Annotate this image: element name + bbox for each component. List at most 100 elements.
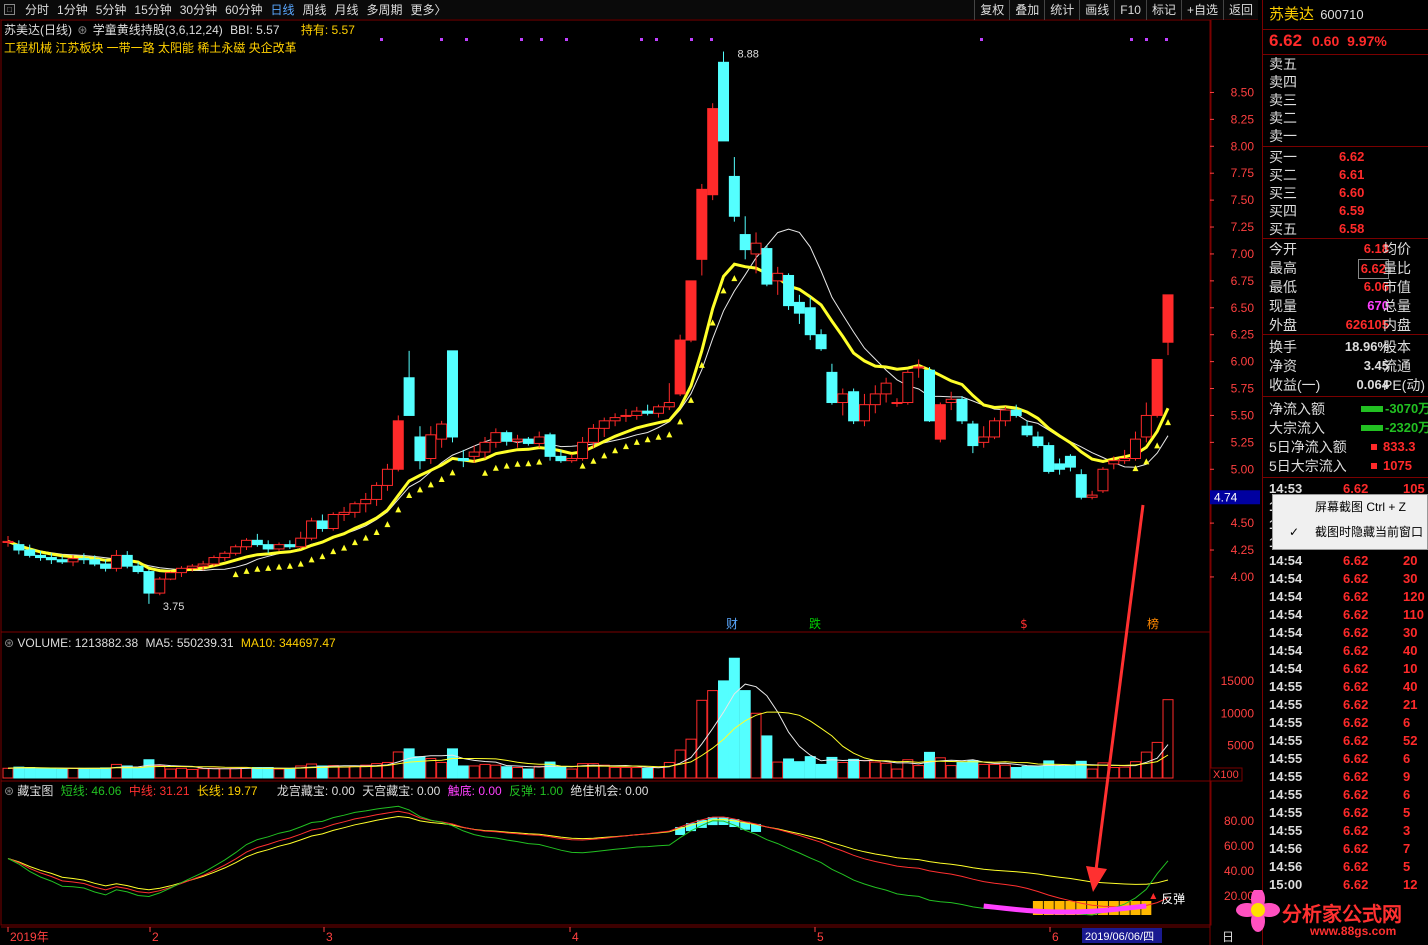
flow-label: 大宗流入 [1269, 420, 1325, 436]
candle-body [468, 451, 480, 457]
period-toolbar: □ 分时 1分钟 5分钟 15分钟 30分钟 60分钟 日线 周线 月线 多周期 更多〉 复权 叠加统… [0, 0, 1258, 20]
tick-time: 14:56 [1269, 859, 1303, 874]
candle-body [501, 432, 513, 442]
buy-signal-marker [1143, 458, 1150, 465]
toolbar-button-7[interactable]: 返回 [1222, 0, 1258, 20]
tab-1[interactable]: 1分钟 [53, 0, 92, 20]
indicator2-toggle-icon[interactable]: ⊛ [4, 784, 14, 798]
candle-body [1129, 438, 1141, 460]
menu-item-screenshot[interactable]: 屏幕截图 Ctrl + Z [1273, 495, 1427, 520]
indicator2-name[interactable]: 藏宝图 [17, 784, 53, 798]
event-marker[interactable]: 跌 [809, 616, 821, 631]
candle-body [251, 539, 263, 546]
volume-bar [273, 768, 285, 779]
stat2-row: 净资 3.45 流通 [1269, 357, 1428, 375]
tab-4[interactable]: 30分钟 [176, 0, 221, 20]
toolbar-button-4[interactable]: F10 [1114, 0, 1146, 20]
candle-body [1097, 468, 1109, 492]
volume-bar [728, 657, 740, 779]
tick-volume: 9 [1403, 769, 1411, 784]
tab-6[interactable]: 日线 [266, 0, 298, 20]
volume-bar [1010, 767, 1022, 779]
kline-chart[interactable]: 8.50 8.25 8.00 7.75 7.50 7.25 7.00 6.75 6.50 6.25… [0, 20, 1262, 945]
event-marker[interactable]: $ [1020, 617, 1028, 631]
short-line [7, 805, 1169, 916]
candle-body [512, 438, 524, 442]
volume-bar [338, 766, 350, 779]
tab-5[interactable]: 60分钟 [221, 0, 266, 20]
toolbar-button-0[interactable]: 复权 [974, 0, 1009, 20]
candle-body [56, 559, 68, 563]
candle-body [154, 578, 166, 594]
candle-body [858, 404, 870, 422]
menu-item-hide-window[interactable]: ✓ 截图时隐藏当前窗口 [1273, 520, 1427, 545]
tab-7[interactable]: 周线 [298, 0, 330, 20]
tab-9[interactable]: 多周期 [363, 0, 407, 20]
volume-bar [642, 767, 654, 779]
event-marker[interactable]: 财 [726, 617, 738, 631]
stat-right-label: 内盘 [1383, 317, 1411, 333]
buy-signal-marker [492, 464, 499, 471]
high-label: 8.88 [738, 49, 759, 61]
flow-bar [1371, 463, 1377, 469]
tick-row: 14:55 6.62 5 [1269, 804, 1428, 822]
tab-10[interactable]: 更多〉 [407, 0, 451, 20]
candle-body [219, 552, 231, 559]
volume-axis-label: 15000 [1221, 674, 1255, 688]
date-highlight-label: 2019/06/06/四 [1085, 931, 1154, 943]
toolbar-button-5[interactable]: 标记 [1145, 0, 1181, 20]
volume-bar [620, 767, 632, 779]
candle-body [306, 520, 318, 539]
indicator-axis-label: 80.00 [1224, 814, 1254, 828]
volume-bar [230, 767, 242, 779]
stat-label: 今开 [1269, 241, 1297, 257]
toolbar-button-1[interactable]: 叠加 [1009, 0, 1044, 20]
candle-body [663, 402, 675, 408]
volume-bar [631, 767, 643, 779]
volume-bar [761, 735, 773, 779]
toolbar-button-3[interactable]: 画线 [1079, 0, 1114, 20]
indicator-name[interactable]: 学童黄线持股(3,6,12,24) [93, 23, 223, 37]
volume-toggle-icon[interactable]: ⊛ [4, 636, 14, 650]
volume-axis-label: 5000 [1227, 739, 1254, 753]
tab-8[interactable]: 月线 [331, 0, 363, 20]
tick-row: 14:55 6.62 3 [1269, 822, 1428, 840]
volume-bar [1021, 765, 1033, 779]
event-marker[interactable]: 榜 [1147, 616, 1159, 631]
candle-body [869, 393, 881, 406]
buy-signal-marker [276, 563, 283, 570]
sell-level-3: 卖三 [1269, 92, 1297, 108]
ma-line [7, 228, 1169, 571]
tick-row: 14:54 6.62 30 [1269, 570, 1428, 588]
candle-body [371, 484, 383, 500]
tick-row: 14:54 6.62 30 [1269, 624, 1428, 642]
volume-bar [512, 767, 524, 779]
tick-time: 14:55 [1269, 823, 1303, 838]
flow-bar [1361, 425, 1383, 431]
tick-price: 6.62 [1343, 805, 1369, 820]
tick-row: 14:55 6.62 6 [1269, 750, 1428, 768]
volume-bar [869, 761, 881, 779]
candle-body [934, 404, 946, 440]
tab-0[interactable]: 分时 [21, 0, 53, 20]
price-axis-label: 5.25 [1231, 435, 1255, 449]
window-menu-icon[interactable]: □ [4, 4, 15, 15]
buy-signal-marker [449, 469, 456, 476]
indicator-toggle-icon[interactable]: ⊛ [77, 23, 87, 37]
stat2-label: 换手 [1269, 339, 1297, 355]
candle-body [685, 280, 697, 341]
toolbar-button-6[interactable]: +自选 [1180, 0, 1223, 20]
flow-value: 1075 [1383, 458, 1412, 473]
tab-3[interactable]: 15分钟 [130, 0, 175, 20]
tab-2[interactable]: 5分钟 [92, 0, 131, 20]
price-axis-label: 6.25 [1231, 328, 1255, 342]
toolbar-button-2[interactable]: 统计 [1044, 0, 1079, 20]
buy-label: 买二 [1269, 167, 1297, 183]
volume-bar [750, 712, 762, 779]
tick-row: 14:54 6.62 40 [1269, 642, 1428, 660]
bottom-zone-line [983, 903, 1147, 915]
volume-bar [208, 767, 220, 779]
candle-body [273, 544, 285, 550]
candle-body [739, 234, 751, 251]
buy-price: 6.58 [1339, 221, 1365, 236]
